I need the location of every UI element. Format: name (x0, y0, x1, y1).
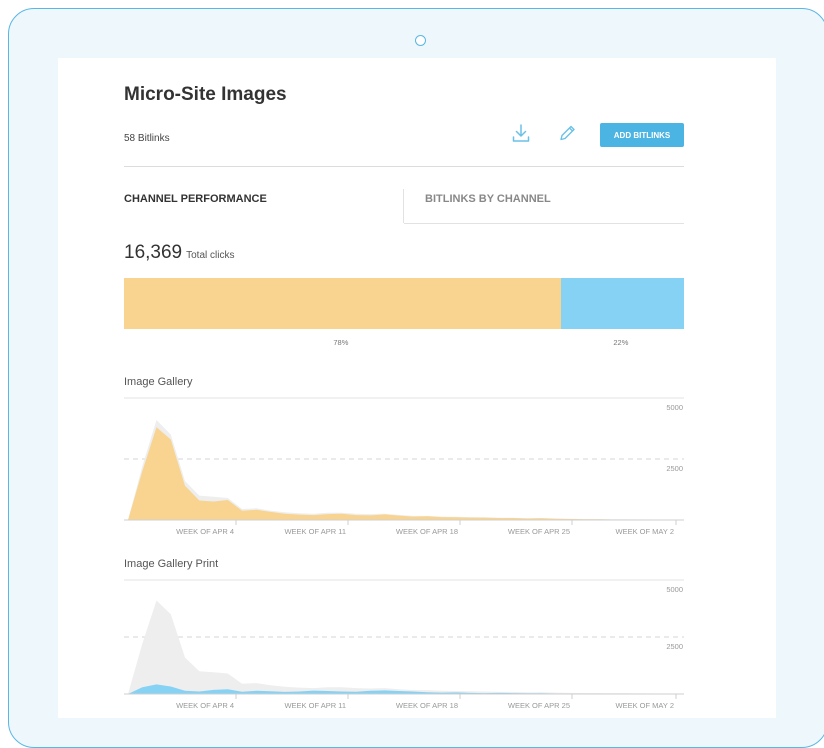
chart-title-image-gallery-print: Image Gallery Print (124, 558, 219, 570)
x-tick-label: WEEK OF APR 25 (508, 701, 570, 710)
download-icon[interactable] (510, 122, 532, 144)
x-tick-label: WEEK OF APR 11 (284, 701, 346, 710)
x-tick-label: WEEK OF APR 11 (284, 527, 346, 536)
ghost-area (128, 600, 684, 694)
x-tick-label: WEEK OF APR 18 (396, 527, 458, 536)
total-clicks-value: 16,369 (124, 242, 183, 263)
pencil-glyph (560, 125, 575, 141)
y-tick-label: 5000 (666, 585, 683, 594)
total-clicks: 16,369 Total clicks (124, 242, 234, 264)
pencil-icon[interactable] (556, 122, 578, 144)
y-tick-label: 2500 (666, 464, 683, 473)
click-split-bar (124, 278, 684, 329)
total-clicks-label: Total clicks (186, 250, 235, 261)
split-segment-image-gallery[interactable] (124, 278, 561, 329)
x-tick-label: WEEK OF MAY 2 (616, 527, 674, 536)
camera-dot (415, 35, 426, 46)
header-divider (124, 166, 684, 167)
split-percent-label: 22% (613, 338, 629, 347)
x-tick-label: WEEK OF APR 4 (176, 527, 234, 536)
image-gallery-print-chart: 5000 2500 WEEK OF APR 4 WEEK OF APR 11 WEEK … (124, 579, 684, 710)
tab-channel-performance[interactable]: CHANNEL PERFORMANCE (124, 193, 267, 205)
app-screen: Micro-Site Images 58 Bitlinks ADD BITLIN… (58, 58, 776, 718)
x-tick-label: WEEK OF APR 25 (508, 527, 570, 536)
x-tick-label: WEEK OF APR 18 (396, 701, 458, 710)
y-tick-label: 5000 (666, 403, 683, 412)
series-area (128, 427, 684, 520)
page-title: Micro-Site Images (124, 84, 287, 105)
tab-divider (403, 189, 404, 223)
tab-bitlinks-by-channel[interactable]: BITLINKS BY CHANNEL (425, 193, 551, 205)
tab-underline (404, 223, 684, 224)
image-gallery-chart: 5000 2500 WEEK OF APR 4 WEEK OF APR 11 WEEK … (124, 397, 684, 536)
split-percent-label: 78% (333, 338, 349, 347)
download-glyph (512, 124, 530, 142)
y-tick-label: 2500 (666, 642, 683, 651)
x-tick-label: WEEK OF APR 4 (176, 701, 234, 710)
bitlinks-count: 58 Bitlinks (124, 133, 170, 144)
x-tick-label: WEEK OF MAY 2 (616, 701, 674, 710)
chart-title-image-gallery: Image Gallery (124, 376, 193, 388)
split-segment-image-gallery-print[interactable] (560, 278, 684, 329)
add-bitlinks-button[interactable]: ADD BITLINKS (600, 123, 684, 147)
